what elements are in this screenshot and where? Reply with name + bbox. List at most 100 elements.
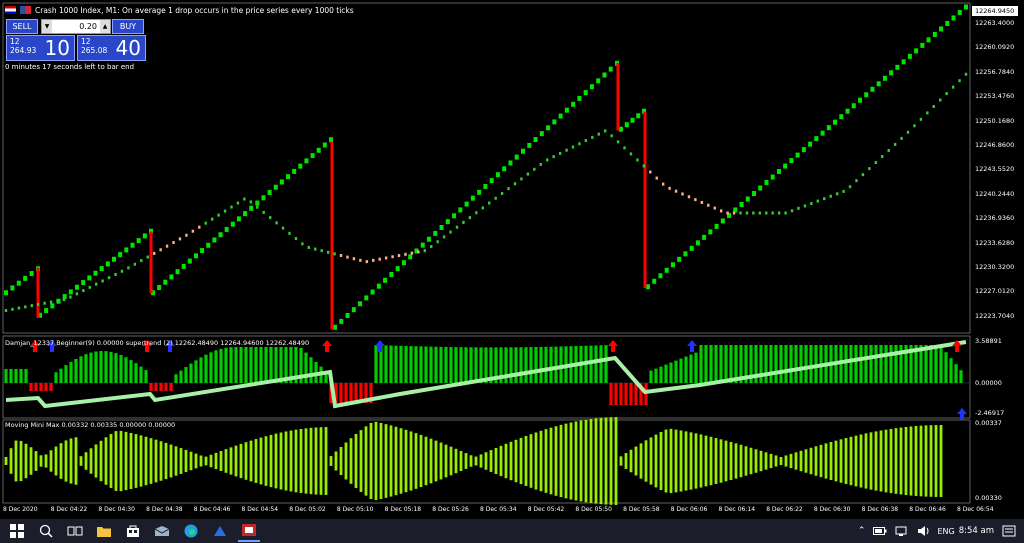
battery-icon[interactable]	[873, 526, 887, 536]
buy-price-card[interactable]: 12 265.08 40	[77, 35, 146, 61]
price-axis-label: 12240.2440	[975, 189, 1015, 198]
moving-average-point	[37, 302, 40, 306]
chart-area[interactable]: Crash 1000 Index, M1: On average 1 drop …	[0, 0, 1024, 519]
bullish-candle	[267, 190, 272, 196]
search-icon[interactable]	[35, 520, 57, 542]
sell-button[interactable]: SELL	[6, 19, 38, 34]
price-axis-label: 12246.8600	[975, 141, 1015, 149]
mini-max-bar	[724, 440, 728, 482]
lot-size-input[interactable]	[52, 20, 100, 33]
mini-max-bar	[494, 447, 498, 475]
bullish-candle	[458, 207, 463, 213]
indicator1-histogram-bar	[694, 352, 698, 383]
moving-average-point	[603, 129, 607, 133]
indicator1-histogram-bar	[49, 383, 53, 391]
moving-average-point	[713, 206, 716, 210]
mini-max-bar	[509, 441, 513, 481]
bullish-candle	[339, 318, 344, 324]
indicator1-histogram-bar	[799, 345, 803, 383]
moving-average-point	[520, 177, 523, 181]
mini-max-bar	[879, 430, 883, 492]
bullish-candle	[508, 160, 513, 166]
moving-average-point	[616, 140, 620, 144]
indicator1-histogram-bar	[794, 345, 798, 383]
sell-price-card[interactable]: 12 264.93 10	[6, 35, 75, 61]
bullish-candle	[889, 70, 894, 76]
mini-max-bar	[784, 455, 788, 467]
mini-max-bar	[844, 438, 848, 484]
mini-max-bar	[834, 440, 838, 482]
buy-button[interactable]: BUY	[112, 19, 144, 34]
language-indicator[interactable]: ENG	[937, 527, 954, 536]
indicator1-histogram-bar	[124, 357, 128, 383]
bearish-crash-candle	[36, 267, 40, 318]
chart-canvas[interactable]	[0, 0, 1024, 519]
moving-average-point	[359, 258, 362, 262]
moving-average-point	[610, 134, 613, 138]
indicator1-histogram-bar	[234, 347, 238, 383]
indicator1-histogram-bar	[24, 369, 28, 383]
lot-size-field[interactable]: ▼ ▲	[41, 19, 111, 34]
bullish-candle	[783, 163, 788, 169]
moving-average-point	[842, 189, 845, 193]
bullish-candle	[286, 174, 291, 180]
bullish-candle	[552, 119, 557, 125]
price-axis-label: 12227.0120	[975, 287, 1015, 296]
mini-max-bar	[684, 431, 688, 491]
file-explorer-icon[interactable]	[93, 520, 115, 542]
bullish-candle	[920, 42, 925, 48]
indicator1-histogram-bar	[29, 383, 33, 391]
indicator1-histogram-bar	[424, 346, 428, 383]
lot-decrease-icon[interactable]: ▼	[42, 20, 52, 33]
moving-average-point	[758, 211, 762, 215]
time-axis-label: 8 Dec 05:26	[432, 506, 469, 513]
moving-average-point	[152, 251, 156, 255]
store-icon[interactable]	[122, 520, 144, 542]
mini-max-bar	[614, 417, 618, 505]
tray-chevron-icon[interactable]: ⌃	[858, 526, 866, 536]
time-axis-label: 8 Dec 05:34	[480, 506, 517, 513]
moving-average-point	[558, 151, 562, 155]
moving-average-point	[468, 216, 472, 220]
moving-average-point	[268, 216, 272, 220]
mini-max-bar	[249, 440, 253, 482]
bullish-candle	[364, 295, 369, 301]
bullish-candle	[795, 152, 800, 158]
moving-average-point	[275, 221, 278, 225]
mail-icon[interactable]	[151, 520, 173, 542]
bullish-candle	[851, 103, 856, 109]
bullish-candle	[895, 64, 900, 70]
indicator1-histogram-bar	[44, 383, 48, 391]
mini-max-bar	[224, 449, 228, 473]
windows-start-icon[interactable]	[6, 520, 28, 542]
mini-max-bar	[39, 455, 43, 467]
mini-max-bar	[759, 450, 763, 472]
network-icon[interactable]	[895, 525, 909, 537]
indicator1-histogram-bar	[674, 360, 678, 383]
mini-max-bar	[424, 436, 428, 486]
mini-max-bar	[704, 435, 708, 487]
notification-icon[interactable]	[1002, 524, 1016, 538]
bullish-candle	[636, 113, 641, 119]
mini-max-bar	[849, 436, 853, 486]
lot-increase-icon[interactable]: ▲	[100, 20, 110, 33]
bullish-candle	[739, 201, 744, 207]
bullish-candle	[255, 200, 260, 206]
bullish-candle	[495, 172, 500, 178]
trader-app-icon[interactable]	[209, 520, 231, 542]
time-axis-label: 8 Dec 04:38	[146, 506, 183, 513]
terminal-icon[interactable]	[238, 520, 260, 542]
bullish-candle	[608, 66, 613, 72]
indicator1-histogram-bar	[714, 345, 718, 383]
moving-average-point	[391, 255, 394, 259]
edge-icon[interactable]	[180, 520, 202, 542]
indicator1-histogram-bar	[459, 347, 463, 383]
time-axis-label: 8 Dec 06:46	[909, 506, 946, 513]
task-view-icon[interactable]	[64, 520, 86, 542]
indicator1-histogram-bar	[939, 346, 943, 383]
moving-average-point	[384, 256, 388, 260]
moving-average-point	[687, 195, 691, 199]
taskbar-clock[interactable]: 8:54 am	[959, 526, 994, 536]
volume-icon[interactable]	[917, 525, 931, 537]
indicator1-histogram-bar	[764, 345, 768, 383]
